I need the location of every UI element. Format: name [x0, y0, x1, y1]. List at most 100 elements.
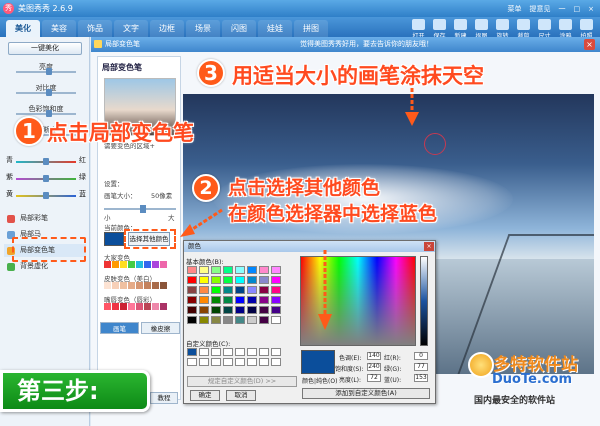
basic-color-swatch[interactable] — [235, 316, 245, 324]
tab-brush[interactable]: 画笔 — [100, 322, 139, 334]
slider-knob[interactable] — [43, 175, 49, 182]
green-field[interactable]: 77 — [414, 363, 428, 371]
dialog-close-button[interactable]: × — [584, 39, 595, 50]
slider-knob[interactable] — [46, 110, 52, 117]
swatch[interactable] — [136, 303, 143, 310]
color-cancel-button[interactable]: 取消 — [226, 390, 256, 401]
tab-beauty[interactable]: 美容 — [42, 20, 76, 37]
basic-color-swatch[interactable] — [223, 266, 233, 274]
custom-color-swatch[interactable] — [199, 358, 209, 366]
custom-color-swatch[interactable] — [199, 348, 209, 356]
basic-color-swatch[interactable] — [259, 276, 269, 284]
basic-color-swatch[interactable] — [247, 286, 257, 294]
swatch[interactable] — [144, 282, 151, 289]
basic-color-swatch[interactable] — [187, 296, 197, 304]
basic-color-swatch[interactable] — [199, 276, 209, 284]
basic-color-swatch[interactable] — [259, 316, 269, 324]
swatch[interactable] — [104, 261, 111, 268]
basic-color-swatch[interactable] — [199, 296, 209, 304]
current-color-swatch[interactable] — [104, 232, 124, 246]
basic-color-swatch[interactable] — [235, 286, 245, 294]
basic-color-swatch[interactable] — [187, 286, 197, 294]
swatch[interactable] — [120, 261, 127, 268]
tab-eraser[interactable]: 橡皮擦 — [141, 322, 180, 334]
swatch[interactable] — [104, 282, 111, 289]
tab-collage[interactable]: 拼图 — [294, 20, 328, 37]
add-custom-color-button[interactable]: 添加到自定义颜色(A) — [302, 388, 430, 399]
tutorial-button[interactable]: 教程 — [150, 392, 178, 404]
maximize-button[interactable]: □ — [574, 5, 581, 13]
basic-color-swatch[interactable] — [271, 286, 281, 294]
tool-local-color-pen[interactable]: 局部彩笔 — [4, 212, 86, 225]
basic-color-swatch[interactable] — [187, 306, 197, 314]
basic-color-swatch[interactable] — [199, 306, 209, 314]
sat-field[interactable]: 240 — [367, 363, 381, 371]
basic-color-swatch[interactable] — [187, 276, 197, 284]
tab-beautify[interactable]: 美化 — [6, 20, 40, 37]
minimize-button[interactable]: 一 — [559, 4, 566, 14]
swatch[interactable] — [112, 303, 119, 310]
swatch[interactable] — [128, 282, 135, 289]
swatch[interactable] — [128, 303, 135, 310]
basic-color-swatch[interactable] — [223, 306, 233, 314]
basic-color-swatch[interactable] — [211, 266, 221, 274]
red-field[interactable]: 0 — [414, 352, 428, 360]
basic-color-swatch[interactable] — [259, 286, 269, 294]
swatch[interactable] — [152, 261, 159, 268]
basic-color-swatch[interactable] — [223, 316, 233, 324]
basic-color-swatch[interactable] — [271, 316, 281, 324]
swatch[interactable] — [152, 282, 159, 289]
swatch[interactable] — [112, 261, 119, 268]
luminance-bar[interactable] — [420, 256, 428, 346]
tab-doll[interactable]: 娃娃 — [258, 20, 292, 37]
color-ok-button[interactable]: 确定 — [190, 390, 220, 401]
swatch[interactable] — [112, 282, 119, 289]
swatch[interactable] — [136, 282, 143, 289]
brush-size-knob[interactable] — [140, 205, 146, 213]
basic-color-swatch[interactable] — [271, 266, 281, 274]
swatch[interactable] — [160, 303, 167, 310]
basic-color-swatch[interactable] — [211, 306, 221, 314]
swatch[interactable] — [104, 303, 111, 310]
blue-field[interactable]: 153 — [414, 374, 428, 382]
custom-color-swatch[interactable] — [235, 348, 245, 356]
custom-color-swatch[interactable] — [235, 358, 245, 366]
basic-color-swatch[interactable] — [223, 286, 233, 294]
custom-color-swatch[interactable] — [271, 358, 281, 366]
saturation-slider[interactable] — [16, 110, 76, 117]
custom-color-swatch[interactable] — [271, 348, 281, 356]
slider-knob[interactable] — [43, 192, 49, 199]
tab-border[interactable]: 边框 — [150, 20, 184, 37]
basic-color-swatch[interactable] — [247, 276, 257, 284]
basic-color-swatch[interactable] — [223, 276, 233, 284]
slider-knob[interactable] — [46, 68, 52, 75]
custom-color-swatch[interactable] — [247, 358, 257, 366]
basic-color-swatch[interactable] — [235, 306, 245, 314]
close-button[interactable]: × — [588, 5, 594, 13]
swatch[interactable] — [120, 303, 127, 310]
custom-color-swatch[interactable] — [259, 358, 269, 366]
basic-color-swatch[interactable] — [235, 266, 245, 274]
custom-color-swatch[interactable] — [187, 358, 197, 366]
basic-color-swatch[interactable] — [259, 296, 269, 304]
basic-color-swatch[interactable] — [247, 316, 257, 324]
menu-link[interactable]: 菜单 — [508, 4, 522, 14]
custom-color-swatch[interactable] — [187, 348, 197, 356]
magenta-green-slider[interactable] — [16, 175, 76, 182]
tab-text[interactable]: 文字 — [114, 20, 148, 37]
slider-knob[interactable] — [46, 89, 52, 96]
custom-color-swatch[interactable] — [259, 348, 269, 356]
brightness-slider[interactable] — [16, 68, 76, 75]
tab-flash[interactable]: 闪图 — [222, 20, 256, 37]
define-custom-colors-button[interactable]: 规定自定义颜色(D) >> — [187, 376, 297, 387]
swatch[interactable] — [144, 261, 151, 268]
swatch[interactable] — [160, 282, 167, 289]
swatch[interactable] — [136, 261, 143, 268]
cyan-red-slider[interactable] — [16, 158, 76, 165]
basic-color-swatch[interactable] — [235, 276, 245, 284]
swatch[interactable] — [128, 261, 135, 268]
basic-color-swatch[interactable] — [271, 296, 281, 304]
feedback-link[interactable]: 提意见 — [530, 4, 551, 14]
basic-color-swatch[interactable] — [247, 266, 257, 274]
basic-color-swatch[interactable] — [259, 266, 269, 274]
